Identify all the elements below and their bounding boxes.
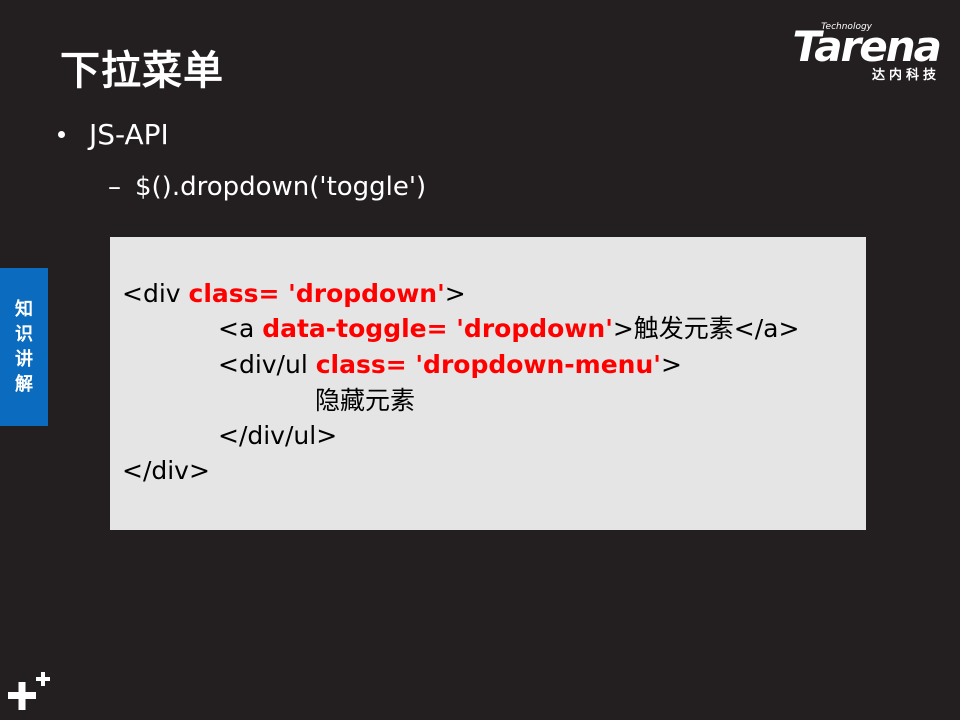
sub-bullet-dash: –: [108, 172, 121, 202]
code-line-5: </div/ul>: [218, 421, 338, 450]
code-line-3-start: <div/ul: [218, 350, 316, 379]
code-line-1-end: >: [444, 279, 466, 308]
code-line-4: 隐藏元素: [315, 386, 416, 415]
code-example-box: <div class= 'dropdown'> <a data-toggle= …: [110, 237, 866, 530]
slide: 下拉菜单 Technology Tarena 达内科技 JS-API – $()…: [0, 0, 960, 720]
tarena-logo: Technology Tarena 达内科技: [772, 22, 942, 84]
logo-subtitle: 达内科技: [871, 68, 940, 83]
side-tab-char-4: 解: [15, 374, 33, 395]
code-line-2-start: <a: [218, 314, 263, 343]
code-line-3: <div/ul class= 'dropdown-menu'>: [218, 350, 682, 380]
logo-wordmark: Tarena: [792, 22, 942, 71]
bullet-js-api-text: JS-API: [89, 118, 169, 151]
code-line-6: </div>: [122, 456, 210, 485]
side-tab-char-2: 识: [15, 324, 33, 345]
bullet-dot-icon: [58, 131, 65, 138]
code-line-2-end: >触发元素</a>: [612, 314, 800, 343]
code-line-2: <a data-toggle= 'dropdown'>触发元素</a>: [218, 314, 799, 344]
code-line-3-class: class= 'dropdown-menu': [315, 350, 661, 379]
side-tab-char-1: 知: [15, 299, 33, 320]
plus-plus-icon: [8, 672, 50, 710]
sub-bullet-dropdown-toggle: – $().dropdown('toggle'): [108, 172, 426, 202]
bullet-js-api: JS-API: [58, 118, 169, 151]
side-tab-char-3: 讲: [15, 349, 33, 370]
code-line-1-start: <div: [122, 279, 189, 308]
code-line-2-toggle: data-toggle= 'dropdown': [262, 314, 613, 343]
code-line-1-class: class= 'dropdown': [188, 279, 445, 308]
code-line-3-end: >: [660, 350, 682, 379]
sub-bullet-text: $().dropdown('toggle'): [135, 172, 427, 202]
code-line-1: <div class= 'dropdown'>: [122, 279, 466, 309]
side-tab-knowledge[interactable]: 知 识 讲 解: [0, 268, 48, 426]
slide-title: 下拉菜单: [60, 48, 224, 94]
